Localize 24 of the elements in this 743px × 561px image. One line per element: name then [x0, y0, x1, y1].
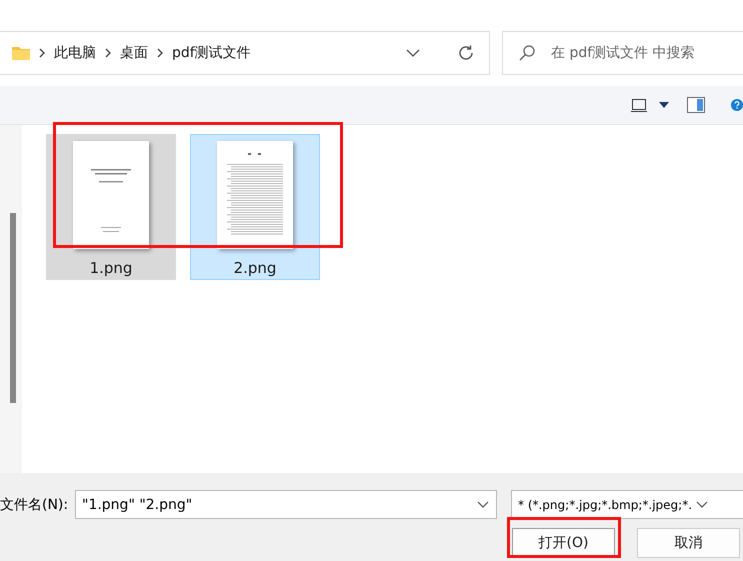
- filename-field[interactable]: "1.png" "2.png": [75, 490, 497, 519]
- chevron-icon[interactable]: [38, 48, 46, 58]
- breadcrumb-item[interactable]: pdf测试文件: [172, 44, 251, 62]
- dropdown-chevron-icon[interactable]: [477, 501, 489, 509]
- file-tile[interactable]: 2.png: [190, 134, 320, 280]
- cancel-button[interactable]: 取消: [637, 528, 740, 558]
- file-type-dropdown[interactable]: * (*.png;*.jpg;*.bmp;*.jpeg;*.: [511, 490, 743, 519]
- view-icon[interactable]: [631, 97, 647, 113]
- open-button[interactable]: 打开(O): [512, 528, 615, 558]
- chevron-icon[interactable]: [156, 48, 164, 58]
- filename-label: 文件名(N):: [0, 496, 70, 514]
- caret-icon[interactable]: [659, 102, 669, 108]
- refresh-icon[interactable]: [457, 44, 475, 62]
- scrollbar-thumb[interactable]: [10, 213, 16, 403]
- breadcrumb-item[interactable]: 桌面: [120, 44, 148, 62]
- breadcrumb-item[interactable]: 此电脑: [54, 44, 96, 62]
- chevron-icon[interactable]: [104, 48, 112, 58]
- folder-icon: [12, 46, 30, 60]
- preview-pane-icon[interactable]: [687, 97, 705, 113]
- dropdown-chevron-icon: [696, 500, 708, 508]
- search-field[interactable]: 在 pdf测试文件 中搜索: [502, 31, 743, 75]
- search-icon: [518, 44, 536, 62]
- file-tile[interactable]: 1.png: [46, 134, 176, 280]
- address-bar[interactable]: 此电脑 桌面 pdf测试文件: [0, 31, 490, 75]
